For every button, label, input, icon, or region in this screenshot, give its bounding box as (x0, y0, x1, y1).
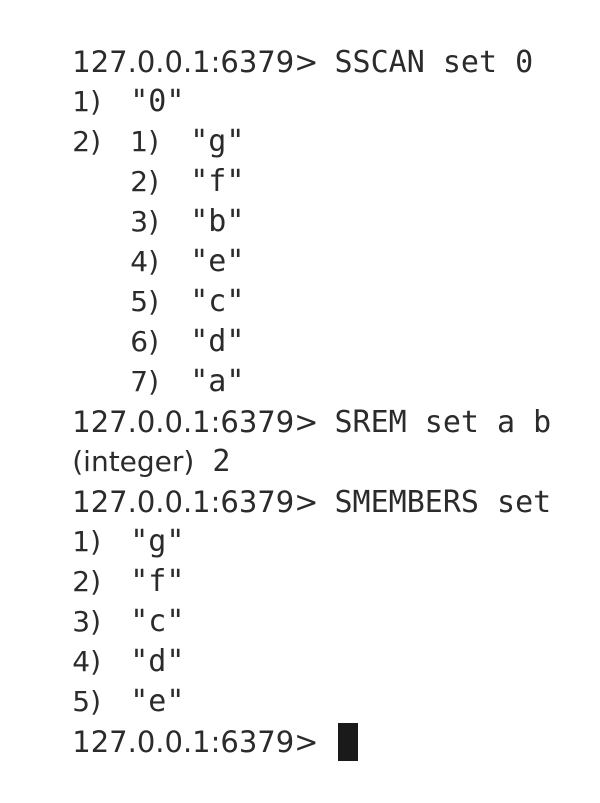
output-line: 1) "0" (0, 42, 600, 119)
output-line: (integer) 2 (0, 402, 600, 479)
command-line-smembers: 127.0.0.1:6379> SMEMBERS set (0, 442, 600, 520)
output-line: 6) "d" (0, 282, 600, 359)
command-line-sscan: 127.0.0.1:6379> SSCAN set 0 (0, 2, 600, 80)
output-line: 4) "e" (0, 202, 600, 279)
output-line: 7) "a" (0, 322, 600, 399)
output-line: 3) "c" (0, 562, 600, 639)
output-line: 2) "f" (0, 522, 600, 599)
text-cursor[interactable] (338, 723, 359, 761)
terminal-window[interactable]: 127.0.0.1:6379> SSCAN set 0 1) "0" 2) 1) "g"… (0, 0, 600, 761)
output-line: 2) 1) "g" (0, 82, 600, 159)
output-line: 5) "e" (0, 642, 600, 719)
output-line: 4) "d" (0, 602, 600, 679)
output-line: 5) "c" (0, 242, 600, 319)
output-line: 1) "g" (0, 482, 600, 559)
prompt: 127.0.0.1:6379> (72, 725, 319, 759)
active-prompt-line[interactable]: 127.0.0.1:6379> (0, 682, 600, 761)
output-line: 2) "f" (0, 122, 600, 199)
output-line: 3) "b" (0, 162, 600, 239)
command-line-srem: 127.0.0.1:6379> SREM set a b (0, 362, 600, 440)
